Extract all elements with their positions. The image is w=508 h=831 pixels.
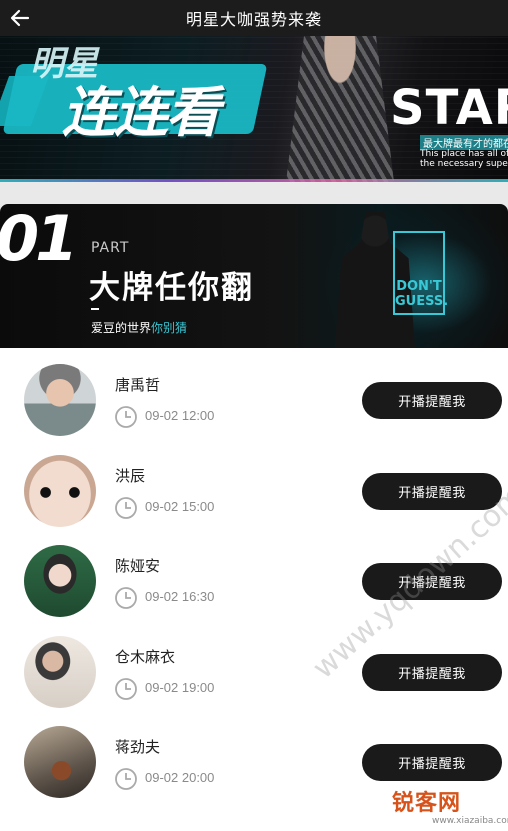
remind-me-button[interactable]: 开播提醒我 — [362, 744, 502, 781]
hero-title: 连连看 — [62, 81, 220, 144]
avatar[interactable] — [24, 635, 96, 708]
part-subtitle: 爱豆的世界你别猜 — [91, 319, 187, 336]
schedule-card: 01 PART 大牌任你翻 爱豆的世界你别猜 DON'T GUESS. 唐禹哲 … — [0, 204, 508, 831]
star-name: 唐禹哲 — [115, 376, 161, 394]
show-time: 09-02 15:00 — [145, 498, 215, 514]
hero-en-tagline-2: the necessary superstar — [420, 159, 508, 169]
clock-icon — [115, 677, 137, 700]
page-title: 明星大咖强势来袭 — [185, 10, 322, 29]
remind-me-button[interactable]: 开播提醒我 — [362, 472, 502, 510]
top-bar: 明星大咖强势来袭 — [0, 0, 508, 36]
part-title: 大牌任你翻 — [89, 270, 254, 306]
avatar[interactable] — [24, 364, 96, 436]
remind-me-button[interactable]: 开播提醒我 — [362, 653, 502, 691]
poster-line-1: DON'T — [396, 279, 442, 294]
poster-line-2: GUESS. — [395, 294, 449, 309]
hero-star-text: STAR — [390, 80, 508, 136]
list-item: 陈娅安 09-02 16:30 开播提醒我 — [0, 539, 508, 630]
hero-en-tagline-1: This place has all of — [420, 149, 508, 159]
watermark-logo-url: www.xiazaiba.com — [432, 816, 508, 826]
back-button[interactable] — [4, 2, 36, 34]
part-label: PART — [91, 240, 130, 256]
part-dash — [91, 308, 99, 310]
app-page: 明星大咖强势来袭 明星 连连看 STAR 最大牌最有才的都在这里 This pl… — [0, 0, 508, 831]
part-subtitle-prefix: 爱豆的世界 — [91, 321, 152, 335]
star-name: 陈娅安 — [115, 557, 161, 575]
clock-icon — [115, 406, 137, 428]
avatar[interactable] — [24, 726, 96, 798]
part-banner: 01 PART 大牌任你翻 爱豆的世界你别猜 DON'T GUESS. — [0, 204, 508, 348]
clock-icon — [115, 496, 137, 519]
list-item: 唐禹哲 09-02 12:00 开播提醒我 — [0, 358, 508, 449]
hero-cn-tagline: 最大牌最有才的都在这里 — [420, 135, 508, 150]
list-item: 洪辰 09-02 15:00 开播提醒我 — [0, 449, 508, 540]
dont-guess-poster: DON'T GUESS. — [393, 231, 449, 315]
avatar[interactable] — [24, 545, 96, 617]
clock-icon — [115, 587, 137, 609]
avatar[interactable] — [24, 454, 96, 527]
show-time: 09-02 20:00 — [145, 770, 215, 785]
remind-me-button[interactable]: 开播提醒我 — [362, 382, 502, 419]
back-arrow-icon — [10, 9, 30, 27]
schedule-list: 唐禹哲 09-02 12:00 开播提醒我 洪辰 09-02 15:00 开播提… — [0, 358, 508, 811]
list-item: 仓木麻衣 09-02 19:00 开播提醒我 — [0, 630, 508, 721]
star-name: 洪辰 — [115, 466, 146, 485]
hero-divider — [0, 179, 508, 182]
remind-me-button[interactable]: 开播提醒我 — [362, 563, 502, 600]
star-name: 蒋劲夫 — [115, 738, 161, 756]
star-name: 仓木麻衣 — [115, 647, 176, 666]
clock-icon — [115, 768, 137, 790]
part-number: 01 — [0, 204, 78, 275]
hero-banner[interactable]: 明星 连连看 STAR 最大牌最有才的都在这里 This place has a… — [0, 36, 508, 182]
part-subtitle-highlight: 你别猜 — [151, 321, 188, 335]
show-time: 09-02 19:00 — [145, 679, 215, 695]
show-time: 09-02 12:00 — [145, 408, 215, 423]
show-time: 09-02 16:30 — [145, 589, 215, 604]
watermark-logo: 锐客网 — [388, 785, 466, 817]
